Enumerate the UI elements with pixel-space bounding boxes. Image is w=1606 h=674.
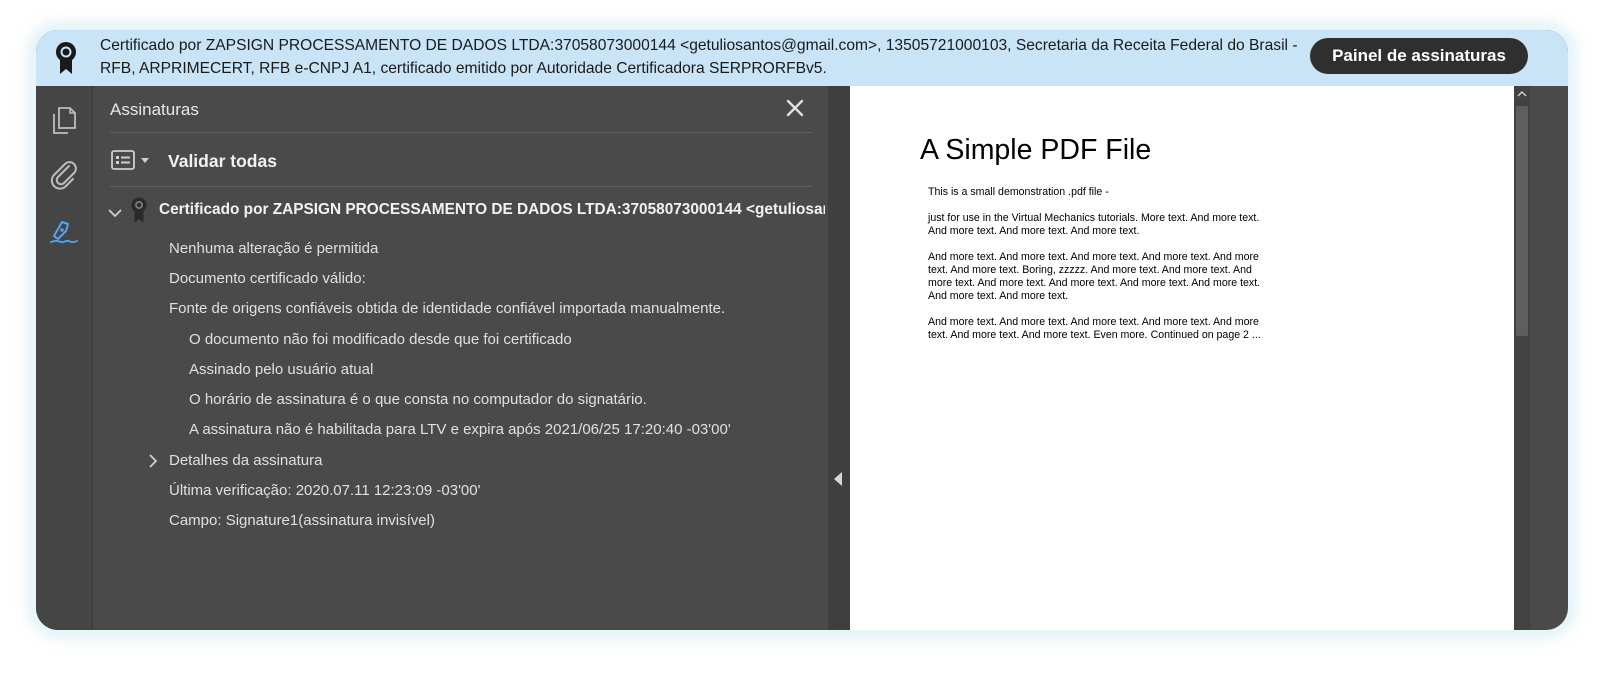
validate-options-icon[interactable] — [110, 148, 154, 174]
detail-line: Nenhuma alteração é permitida — [169, 240, 379, 257]
collapse-arrow-icon[interactable] — [834, 472, 842, 486]
attachment-icon[interactable] — [48, 158, 80, 190]
sub-detail-line: A assinatura não é habilitada para LTV e… — [189, 421, 731, 438]
certificate-name[interactable]: Certificado por ZAPSIGN PROCESSAMENTO DE… — [159, 201, 825, 219]
close-icon[interactable] — [781, 94, 809, 122]
panel-title: Assinaturas — [110, 100, 199, 119]
signature-field: Campo: Signature1(assinatura invisível) — [169, 512, 435, 529]
signatures-panel: Assinaturas Validar todas Certificado po… — [93, 86, 828, 630]
validate-all-button[interactable]: Validar todas — [168, 151, 277, 172]
pdf-paragraph: And more text. And more text. And more t… — [928, 251, 1261, 302]
sub-detail-line: Assinado pelo usuário atual — [189, 361, 374, 378]
signature-icon[interactable] — [48, 214, 80, 246]
certificate-message: Certificado por ZAPSIGN PROCESSAMENTO DE… — [100, 37, 1298, 77]
detail-line: Documento certificado válido: — [169, 270, 366, 287]
vertical-scrollbar[interactable] — [1514, 86, 1530, 630]
signature-details-toggle[interactable]: Detalhes da assinatura — [169, 452, 322, 469]
divider — [110, 132, 812, 133]
pdf-paragraph: This is a small demonstration .pdf file … — [928, 186, 1109, 198]
signature-panel-button[interactable]: Painel de assinaturas — [1310, 38, 1528, 74]
sub-detail-line: O horário de assinatura é o que consta n… — [189, 391, 647, 408]
last-verification: Última verificação: 2020.07.11 12:23:09 … — [169, 482, 481, 499]
chevron-right-icon[interactable] — [145, 453, 161, 469]
chevron-down-icon[interactable] — [107, 205, 123, 221]
certificate-banner: Certificado por ZAPSIGN PROCESSAMENTO DE… — [36, 30, 1568, 86]
sub-detail-line: O documento não foi modificado desde que… — [189, 331, 572, 348]
divider — [110, 186, 812, 187]
app-window: Certificado por ZAPSIGN PROCESSAMENTO DE… — [36, 30, 1568, 630]
certificate-ribbon-icon — [56, 42, 76, 74]
pdf-title: A Simple PDF File — [920, 134, 1152, 166]
pdf-document-view: A Simple PDF File This is a small demons… — [850, 86, 1514, 630]
detail-line: Fonte de origens confiáveis obtida de id… — [169, 300, 726, 317]
pdf-paragraph: And more text. And more text. And more t… — [928, 316, 1261, 341]
pdf-paragraph: just for use in the Virtual Mechanics tu… — [928, 212, 1260, 237]
panel-splitter[interactable] — [828, 86, 850, 630]
pages-icon[interactable] — [48, 104, 80, 136]
certificate-ribbon-icon — [131, 197, 147, 223]
left-navigation — [36, 86, 93, 630]
scroll-thumb[interactable] — [1516, 106, 1528, 336]
scroll-up-icon[interactable] — [1517, 89, 1527, 99]
